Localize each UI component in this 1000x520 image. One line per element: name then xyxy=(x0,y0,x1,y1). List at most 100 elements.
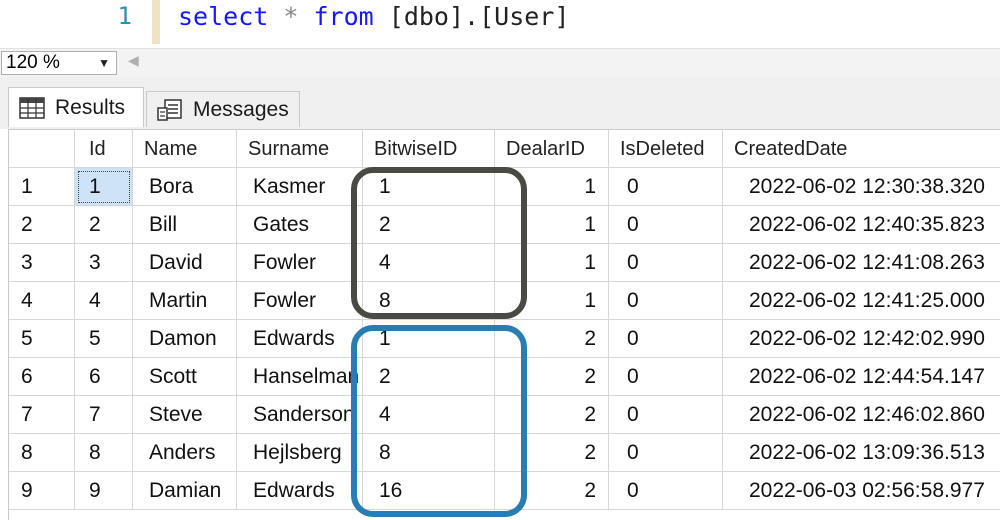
row-number[interactable]: 8 xyxy=(9,434,75,472)
row-number[interactable]: 7 xyxy=(9,396,75,434)
row-number[interactable]: 5 xyxy=(9,320,75,358)
cell-bitwiseid[interactable]: 2 xyxy=(363,358,495,396)
cell-createddate[interactable]: 2022-06-02 12:42:02.990 xyxy=(723,320,1000,358)
table-row[interactable]: 3 3 David Fowler 4 1 0 2022-06-02 12:41:08.263 xyxy=(9,244,1000,282)
cell-createddate[interactable]: 2022-06-02 12:46:02.860 xyxy=(723,396,1000,434)
scroll-left-icon[interactable]: ◀ xyxy=(128,53,139,69)
cell-createddate[interactable]: 2022-06-03 02:56:58.977 xyxy=(723,472,1000,510)
cell-bitwiseid[interactable]: 1 xyxy=(363,320,495,358)
cell-name[interactable]: Martin xyxy=(133,282,237,320)
column-header-name[interactable]: Name xyxy=(133,130,237,168)
cell-id[interactable]: 2 xyxy=(75,206,133,244)
cell-createddate[interactable]: 2022-06-02 12:44:54.147 xyxy=(723,358,1000,396)
cell-name[interactable]: Steve xyxy=(133,396,237,434)
zoom-bar: 120 % ▼ ◀ xyxy=(0,48,1000,78)
cell-id[interactable]: 1 xyxy=(75,168,133,206)
row-number-header[interactable] xyxy=(9,130,75,168)
cell-bitwiseid[interactable]: 8 xyxy=(363,282,495,320)
cell-dealarid[interactable]: 1 xyxy=(495,244,609,282)
column-header-dealarid[interactable]: DealarID xyxy=(495,130,609,168)
table-row[interactable]: 7 7 Steve Sanderson 4 2 0 2022-06-02 12:46:02.8… xyxy=(9,396,1000,434)
cell-bitwiseid[interactable]: 8 xyxy=(363,434,495,472)
row-number[interactable]: 9 xyxy=(9,472,75,510)
cell-dealarid[interactable]: 2 xyxy=(495,434,609,472)
sql-query-text[interactable]: select * from [dbo].[User] xyxy=(178,2,569,31)
results-grid[interactable]: Id Name Surname BitwiseID DealarID IsDel… xyxy=(8,129,1000,520)
query-editor[interactable]: 1 select * from [dbo].[User] xyxy=(0,0,1000,44)
cell-bitwiseid[interactable]: 4 xyxy=(363,244,495,282)
cell-isdeleted[interactable]: 0 xyxy=(609,358,723,396)
cell-surname[interactable]: Fowler xyxy=(237,244,363,282)
column-header-bitwiseid[interactable]: BitwiseID xyxy=(363,130,495,168)
cell-isdeleted[interactable]: 0 xyxy=(609,434,723,472)
cell-name[interactable]: Anders xyxy=(133,434,237,472)
cell-bitwiseid[interactable]: 4 xyxy=(363,396,495,434)
cell-surname[interactable]: Hejlsberg xyxy=(237,434,363,472)
cell-createddate[interactable]: 2022-06-02 12:41:08.263 xyxy=(723,244,1000,282)
cell-id[interactable]: 6 xyxy=(75,358,133,396)
cell-isdeleted[interactable]: 0 xyxy=(609,320,723,358)
cell-id[interactable]: 4 xyxy=(75,282,133,320)
cell-name[interactable]: Bora xyxy=(133,168,237,206)
cell-isdeleted[interactable]: 0 xyxy=(609,244,723,282)
cell-name[interactable]: Bill xyxy=(133,206,237,244)
cell-surname[interactable]: Kasmer xyxy=(237,168,363,206)
cell-name[interactable]: David xyxy=(133,244,237,282)
cell-surname[interactable]: Sanderson xyxy=(237,396,363,434)
table-row[interactable]: 1 1 Bora Kasmer 1 1 0 2022-06-02 12:30:38.320 xyxy=(9,168,1000,206)
table-row[interactable]: 6 6 Scott Hanselman 2 2 0 2022-06-02 12:44:54.1… xyxy=(9,358,1000,396)
table-row[interactable]: 4 4 Martin Fowler 8 1 0 2022-06-02 12:41:25.000 xyxy=(9,282,1000,320)
row-number[interactable]: 6 xyxy=(9,358,75,396)
row-number[interactable]: 3 xyxy=(9,244,75,282)
cell-id[interactable]: 8 xyxy=(75,434,133,472)
cell-id[interactable]: 9 xyxy=(75,472,133,510)
cell-dealarid[interactable]: 2 xyxy=(495,396,609,434)
cell-surname[interactable]: Edwards xyxy=(237,472,363,510)
cell-name[interactable]: Damon xyxy=(133,320,237,358)
row-number[interactable]: 2 xyxy=(9,206,75,244)
cell-isdeleted[interactable]: 0 xyxy=(609,282,723,320)
cell-id[interactable]: 7 xyxy=(75,396,133,434)
tab-messages[interactable]: Messages xyxy=(146,91,300,127)
cell-bitwiseid[interactable]: 16 xyxy=(363,472,495,510)
chevron-down-icon[interactable]: ▼ xyxy=(98,52,110,74)
cell-surname[interactable]: Fowler xyxy=(237,282,363,320)
column-header-isdeleted[interactable]: IsDeleted xyxy=(609,130,723,168)
cell-bitwiseid[interactable]: 1 xyxy=(363,168,495,206)
cell-isdeleted[interactable]: 0 xyxy=(609,396,723,434)
cell-name[interactable]: Damian xyxy=(133,472,237,510)
cell-surname[interactable]: Gates xyxy=(237,206,363,244)
cell-createddate[interactable]: 2022-06-02 12:41:25.000 xyxy=(723,282,1000,320)
cell-name[interactable]: Scott xyxy=(133,358,237,396)
table-row[interactable]: 9 9 Damian Edwards 16 2 0 2022-06-03 02:56:58.9… xyxy=(9,472,1000,510)
cell-dealarid[interactable]: 1 xyxy=(495,168,609,206)
zoom-dropdown[interactable]: 120 % ▼ xyxy=(1,51,117,75)
cell-id[interactable]: 5 xyxy=(75,320,133,358)
cell-createddate[interactable]: 2022-06-02 12:40:35.823 xyxy=(723,206,1000,244)
column-header-surname[interactable]: Surname xyxy=(237,130,363,168)
cell-dealarid[interactable]: 1 xyxy=(495,282,609,320)
cell-surname[interactable]: Edwards xyxy=(237,320,363,358)
cell-dealarid[interactable]: 1 xyxy=(495,206,609,244)
table-row[interactable]: 8 8 Anders Hejlsberg 8 2 0 2022-06-02 13:09:36.… xyxy=(9,434,1000,472)
column-header-id[interactable]: Id xyxy=(75,130,133,168)
tab-results[interactable]: Results xyxy=(8,87,144,127)
cell-isdeleted[interactable]: 0 xyxy=(609,168,723,206)
row-number[interactable]: 1 xyxy=(9,168,75,206)
cell-bitwiseid[interactable]: 2 xyxy=(363,206,495,244)
column-header-createddate[interactable]: CreatedDate xyxy=(723,130,1000,168)
cell-isdeleted[interactable]: 0 xyxy=(609,206,723,244)
cell-dealarid[interactable]: 2 xyxy=(495,320,609,358)
sql-keyword-from: from xyxy=(313,2,374,31)
cell-createddate[interactable]: 2022-06-02 13:09:36.513 xyxy=(723,434,1000,472)
cell-surname[interactable]: Hanselman xyxy=(237,358,363,396)
tab-messages-label: Messages xyxy=(193,97,289,121)
cell-isdeleted[interactable]: 0 xyxy=(609,472,723,510)
cell-createddate[interactable]: 2022-06-02 12:30:38.320 xyxy=(723,168,1000,206)
table-row[interactable]: 5 5 Damon Edwards 1 2 0 2022-06-02 12:42:02.990 xyxy=(9,320,1000,358)
cell-dealarid[interactable]: 2 xyxy=(495,358,609,396)
table-row[interactable]: 2 2 Bill Gates 2 1 0 2022-06-02 12:40:35.823 xyxy=(9,206,1000,244)
row-number[interactable]: 4 xyxy=(9,282,75,320)
cell-dealarid[interactable]: 2 xyxy=(495,472,609,510)
cell-id[interactable]: 3 xyxy=(75,244,133,282)
